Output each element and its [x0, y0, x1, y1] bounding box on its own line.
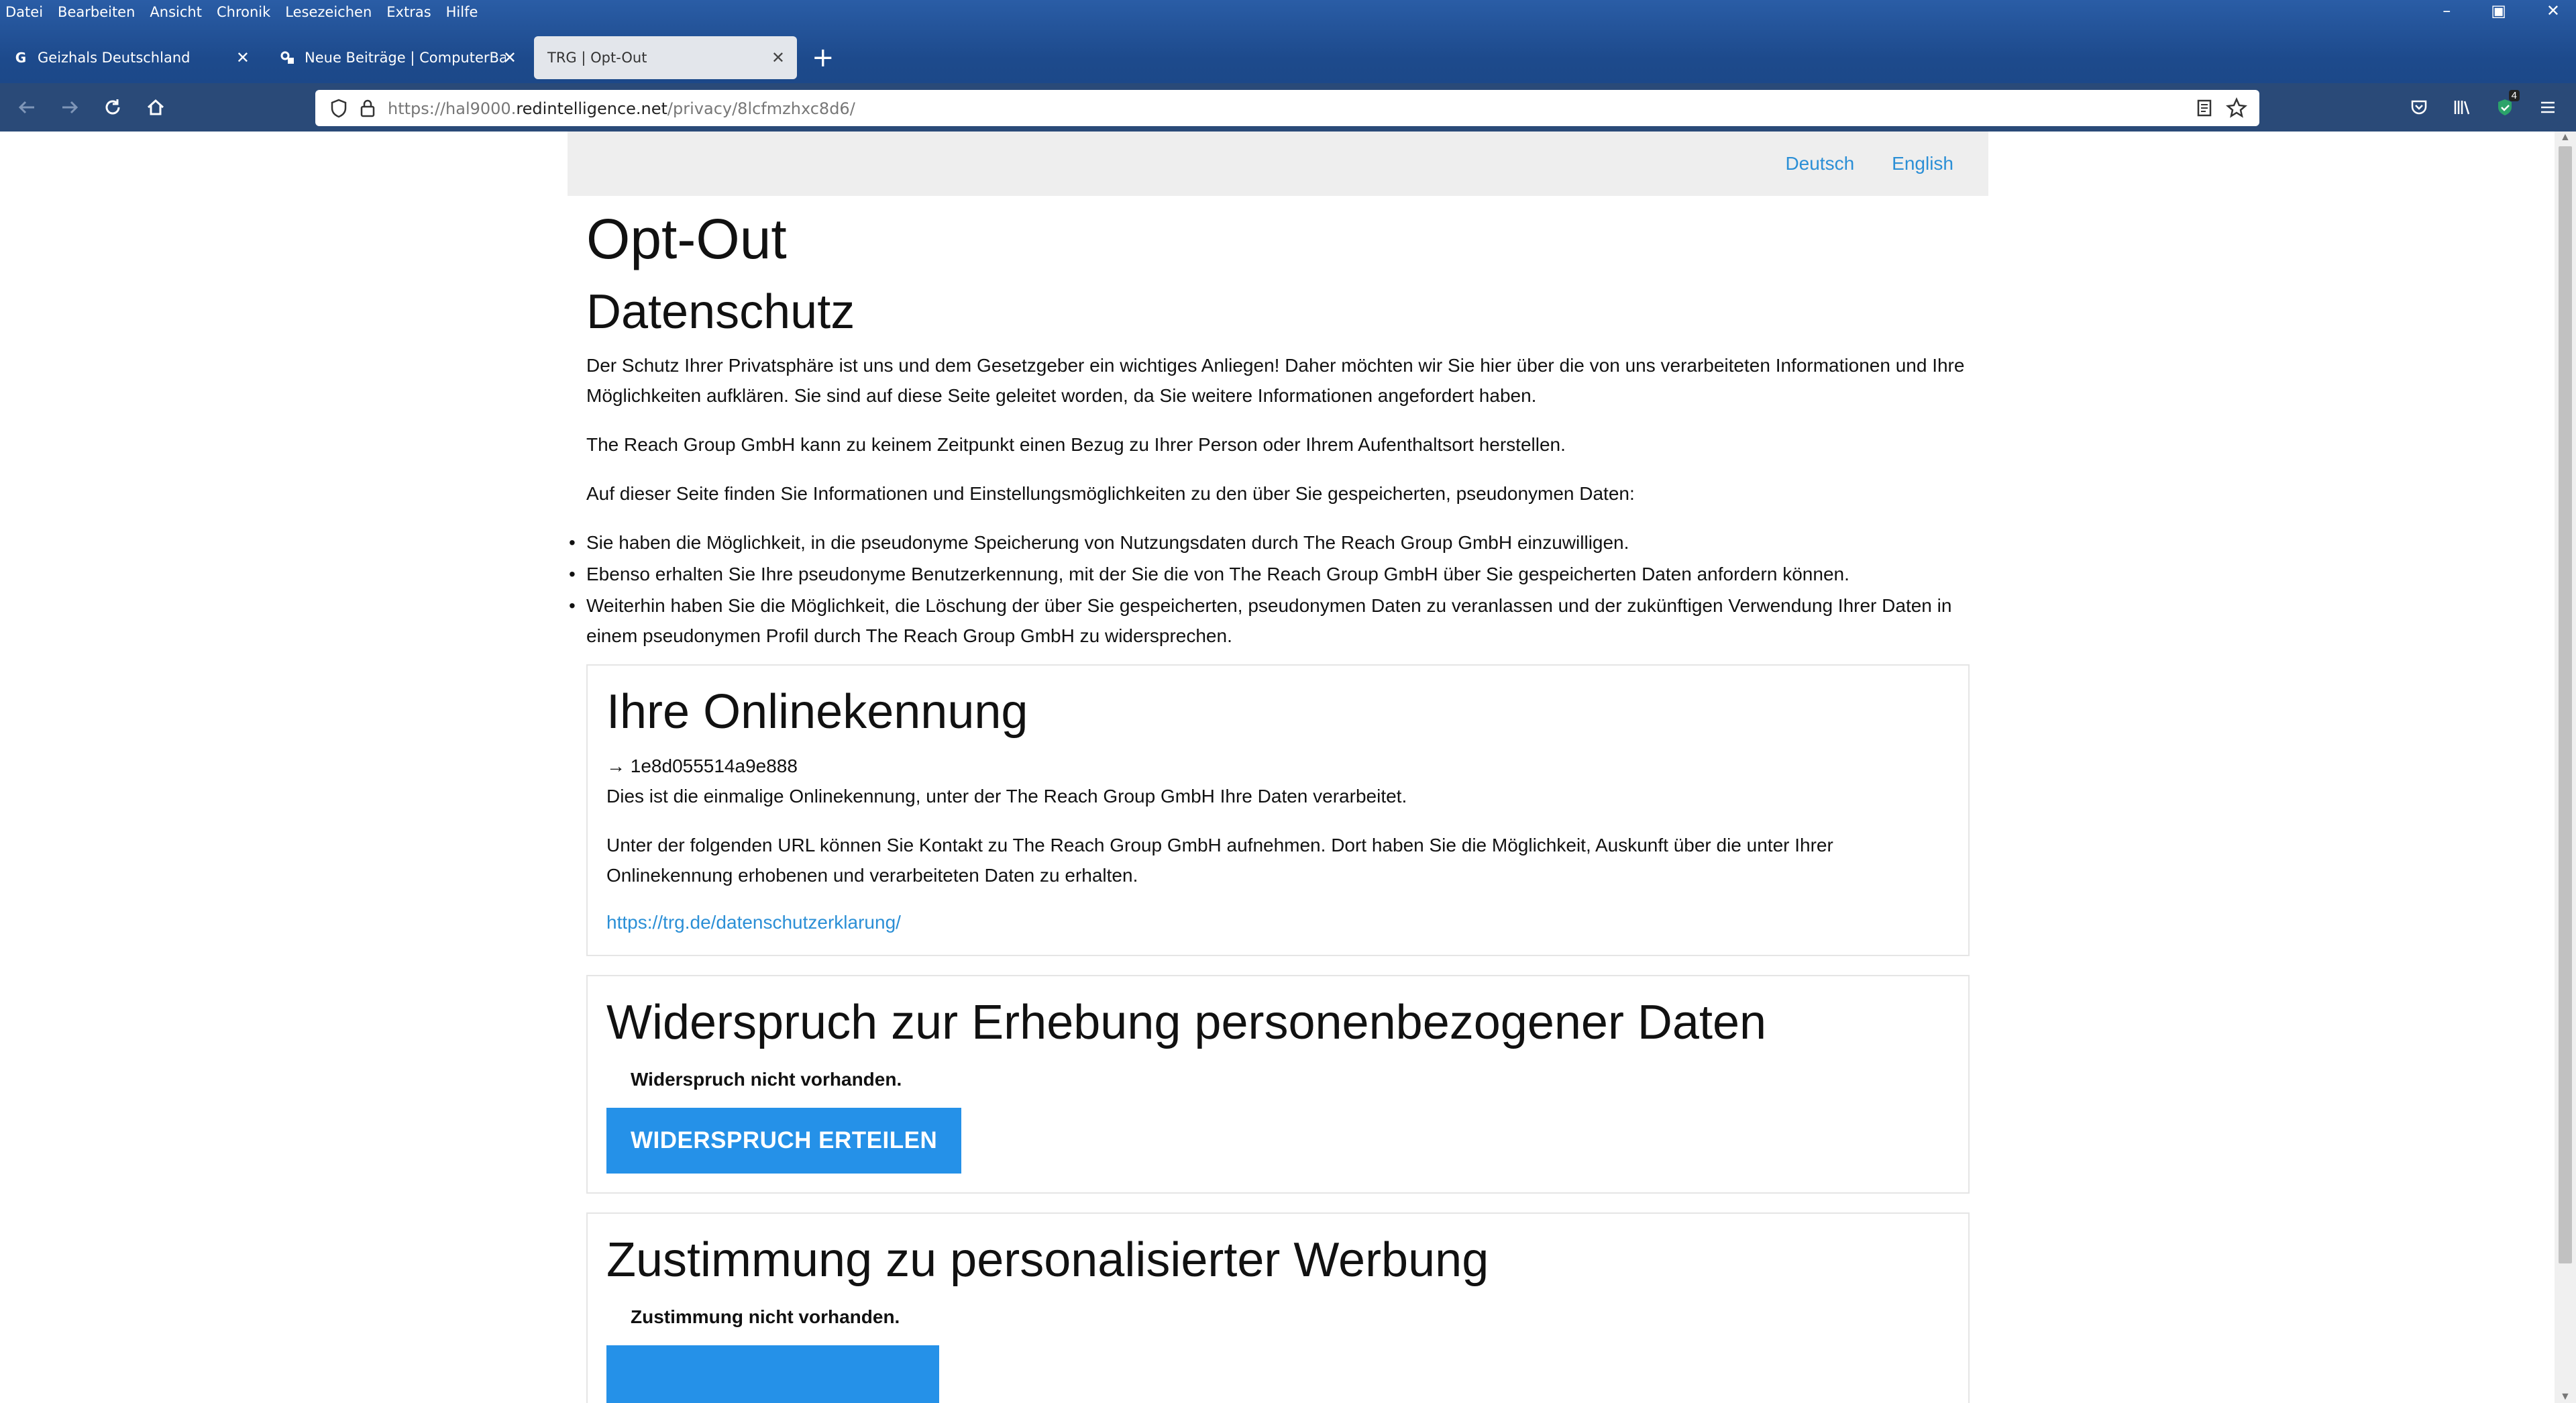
lock-icon[interactable]	[358, 98, 377, 121]
online-id-heading: Ihre Onlinekennung	[606, 685, 1028, 739]
close-tab-icon[interactable]: ✕	[771, 48, 785, 67]
menu-chronik[interactable]: Chronik	[217, 4, 270, 20]
tab-computerbase[interactable]: Neue Beiträge | ComputerBase ✕	[267, 36, 529, 79]
contact-paragraph: Unter der folgenden URL können Sie Konta…	[606, 835, 1833, 886]
reload-icon[interactable]	[99, 94, 126, 121]
page-title: Opt-Out	[586, 207, 787, 270]
bookmark-star-icon[interactable]	[2226, 97, 2247, 122]
online-id-description: Dies ist die einmalige Onlinekennung, un…	[606, 786, 1407, 807]
minimize-icon[interactable]: –	[2443, 1, 2451, 20]
tab-geizhals[interactable]: G Geizhals Deutschland ✕	[0, 36, 262, 79]
consent-status: Zustimmung nicht vorhanden.	[631, 1306, 900, 1327]
home-icon[interactable]	[142, 94, 169, 121]
browser-chrome: Datei Bearbeiten Ansicht Chronik Lesezei…	[0, 0, 2576, 132]
computerbase-favicon-icon	[280, 50, 295, 65]
back-arrow-icon[interactable]	[13, 94, 40, 121]
page-container: Deutsch English Opt-Out Datenschutz Der …	[568, 132, 1988, 1403]
extension-shield-icon[interactable]: 4	[2491, 90, 2520, 121]
new-tab-icon[interactable]: +	[812, 42, 835, 74]
scrollbar-thumb[interactable]	[2559, 146, 2572, 1263]
privacy-policy-link[interactable]: https://trg.de/datenschutzerklarung/	[606, 909, 1949, 936]
list-item: Ebenso erhalten Sie Ihre pseudonyme Benu…	[569, 559, 1970, 589]
vertical-scrollbar[interactable]: ▲ ▼	[2555, 132, 2576, 1403]
company-paragraph: The Reach Group GmbH kann zu keinem Zeit…	[586, 434, 1566, 455]
pocket-icon[interactable]	[2406, 94, 2432, 121]
restore-icon[interactable]: ▣	[2491, 1, 2506, 20]
objection-heading: Widerspruch zur Erhebung personenbezogen…	[606, 996, 1767, 1049]
consent-button[interactable]	[606, 1345, 939, 1403]
objection-status: Widerspruch nicht vorhanden.	[631, 1069, 902, 1090]
menu-extras[interactable]: Extras	[386, 4, 431, 20]
objection-card: Widerspruch zur Erhebung personenbezogen…	[586, 975, 1970, 1194]
main-content: Opt-Out Datenschutz Der Schutz Ihrer Pri…	[568, 205, 1988, 1403]
menu-bar: Datei Bearbeiten Ansicht Chronik Lesezei…	[0, 0, 2576, 24]
menu-bearbeiten[interactable]: Bearbeiten	[58, 4, 135, 20]
lang-deutsch-link[interactable]: Deutsch	[1785, 153, 1854, 174]
extension-badge: 4	[2508, 90, 2520, 101]
close-tab-icon[interactable]: ✕	[236, 48, 250, 67]
tab-trg-opt-out[interactable]: TRG | Opt-Out ✕	[534, 36, 797, 79]
reader-view-icon[interactable]	[2195, 99, 2214, 121]
tab-title: Geizhals Deutschland	[38, 50, 191, 66]
scroll-down-icon[interactable]: ▼	[2560, 1391, 2571, 1403]
language-bar: Deutsch English	[568, 132, 1988, 196]
tab-strip: G Geizhals Deutschland ✕ Neue Beiträge |…	[0, 34, 2576, 81]
online-id-value: → 1e8d055514a9e888	[606, 756, 798, 776]
scroll-up-icon[interactable]: ▲	[2560, 132, 2571, 144]
geizhals-favicon-icon: G	[15, 50, 27, 66]
library-icon[interactable]	[2449, 94, 2475, 121]
hamburger-menu-icon[interactable]	[2534, 94, 2561, 121]
close-window-icon[interactable]: ✕	[2546, 1, 2560, 20]
consent-heading: Zustimmung zu personalisierter Werbung	[606, 1233, 1489, 1287]
lang-english-link[interactable]: English	[1892, 153, 1953, 174]
consent-card: Zustimmung zu personalisierter Werbung Z…	[586, 1212, 1970, 1403]
list-item: Sie haben die Möglichkeit, in die pseudo…	[569, 527, 1970, 558]
tab-title: TRG | Opt-Out	[547, 50, 647, 66]
object-button[interactable]: WIDERSPRUCH ERTEILEN	[606, 1108, 962, 1174]
tab-title: Neue Beiträge | ComputerBase	[305, 50, 506, 66]
forward-arrow-icon[interactable]	[56, 94, 83, 121]
window-controls: – ▣ ✕	[2443, 1, 2560, 20]
intro-paragraph: Der Schutz Ihrer Privatsphäre ist uns un…	[586, 355, 1965, 406]
online-id-card: Ihre Onlinekennung → 1e8d055514a9e888 Di…	[586, 664, 1970, 956]
menu-ansicht[interactable]: Ansicht	[150, 4, 202, 20]
menu-datei[interactable]: Datei	[5, 4, 43, 20]
menu-lesezeichen[interactable]: Lesezeichen	[285, 4, 372, 20]
shield-icon[interactable]	[329, 98, 349, 121]
info-paragraph: Auf dieser Seite finden Sie Informatione…	[586, 483, 1635, 504]
address-bar[interactable]: https://hal9000.redintelligence.net/priv…	[315, 90, 2259, 126]
list-item: Weiterhin haben Sie die Möglichkeit, die…	[569, 590, 1970, 651]
rights-list: Sie haben die Möglichkeit, in die pseudo…	[569, 527, 1970, 651]
url-text[interactable]: https://hal9000.redintelligence.net/priv…	[388, 99, 855, 118]
navigation-toolbar: https://hal9000.redintelligence.net/priv…	[0, 83, 2576, 132]
section-heading-datenschutz: Datenschutz	[586, 285, 855, 339]
close-tab-icon[interactable]: ✕	[503, 48, 517, 67]
menu-hilfe[interactable]: Hilfe	[446, 4, 478, 20]
